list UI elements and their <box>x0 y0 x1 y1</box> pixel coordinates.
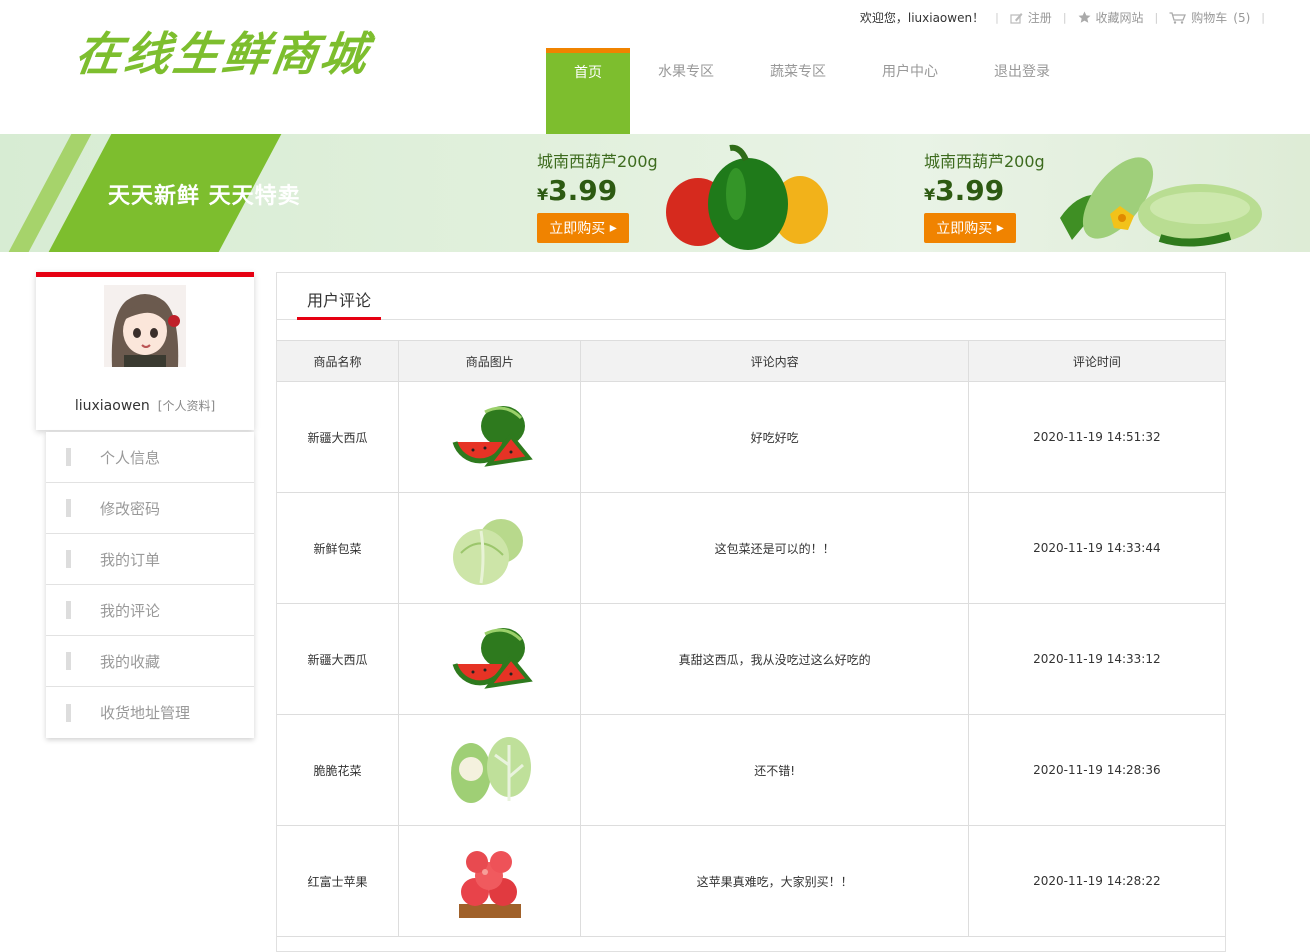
watermelon-image[interactable] <box>445 392 535 482</box>
promo-name: 城南西葫芦200g <box>537 152 658 171</box>
menu-item-personal-info[interactable]: 个人信息 <box>46 432 254 483</box>
profile-link[interactable]: [个人资料] <box>158 399 215 413</box>
register-label: 注册 <box>1027 11 1052 25</box>
menu-marker <box>66 601 71 619</box>
divider: | <box>1062 11 1067 24</box>
menu-marker <box>66 550 71 568</box>
zucchini-image <box>1060 157 1262 247</box>
promo-price: ¥3.99 <box>924 174 1005 207</box>
column-header: 商品名称 <box>277 340 399 382</box>
product-image-cell <box>397 603 582 715</box>
table-row: 新鲜包菜 这包菜还是可以的！！ 2020-11-19 14:33:44 <box>277 492 1225 604</box>
banner-slogan: 天天新鲜 天天特卖 <box>108 184 301 209</box>
menu-item-my-favorites[interactable]: 我的收藏 <box>46 636 254 687</box>
table-row: 红富士苹果 这苹果真难吃，大家别买！！ 2020-11-19 14:28:22 <box>277 825 1225 937</box>
product-name[interactable]: 红富士苹果 <box>277 825 399 937</box>
menu-item-change-password[interactable]: 修改密码 <box>46 483 254 534</box>
nav-user-center[interactable]: 用户中心 <box>854 48 966 134</box>
cart-count: (5) <box>1233 10 1251 25</box>
username-row: liuxiaowen [个人资料] <box>36 397 254 414</box>
product-image-cell <box>397 714 582 826</box>
favorite-site-link[interactable]: 收藏网站 <box>1078 9 1144 26</box>
table-row: 脆脆花菜 还不错! 2020-11-19 14:28:36 <box>277 714 1225 826</box>
bell-pepper-image <box>666 144 828 250</box>
buy-now-button[interactable]: 立即购买 ▸ <box>924 213 1016 243</box>
divider: | <box>1154 11 1159 24</box>
nav-fruit[interactable]: 水果专区 <box>630 48 742 134</box>
promo-item: 城南西葫芦200g ¥3.99 立即购买 ▸ <box>537 148 658 243</box>
comment-content: 还不错! <box>580 714 969 826</box>
cabbage-image[interactable] <box>445 503 535 593</box>
cart-link[interactable]: 购物车 (5) <box>1169 9 1250 26</box>
menu-marker <box>66 703 71 722</box>
comment-content: 这包菜还是可以的！！ <box>580 492 969 604</box>
username: liuxiaowen <box>74 398 150 414</box>
comment-time: 2020-11-19 14:28:36 <box>967 714 1225 826</box>
promo-name: 城南西葫芦200g <box>924 152 1045 171</box>
pencil-icon <box>1010 12 1023 24</box>
comment-time: 2020-11-19 14:28:22 <box>967 825 1225 937</box>
buy-now-button[interactable]: 立即购买 ▸ <box>537 213 629 243</box>
nav-logout[interactable]: 退出登录 <box>966 48 1078 134</box>
star-icon <box>1078 11 1091 23</box>
cart-icon <box>1169 11 1187 24</box>
divider: | <box>995 11 999 24</box>
menu-item-my-orders[interactable]: 我的订单 <box>46 534 254 585</box>
product-name[interactable]: 脆脆花菜 <box>277 714 399 826</box>
top-bar: 欢迎您，liuxiaowen！ | 注册 | 收藏网站 | 购物车 (5) | <box>860 9 1276 26</box>
column-header: 评论内容 <box>580 340 969 382</box>
header: 在线生鲜商城 欢迎您，liuxiaowen！ | 注册 | 收藏网站 | 购物车… <box>0 0 1310 134</box>
column-header: 商品图片 <box>398 340 582 382</box>
comment-time: 2020-11-19 14:33:12 <box>967 603 1225 715</box>
table-row: 新疆大西瓜 真甜这西瓜，我从没吃过这么好吃的 2020-11-19 14:33:… <box>277 603 1225 715</box>
comment-time: 2020-11-19 14:51:32 <box>967 381 1225 493</box>
register-link[interactable]: 注册 <box>1010 9 1052 26</box>
tab-user-comments[interactable]: 用户评论 <box>297 273 381 320</box>
promo-banner[interactable]: 天天新鲜 天天特卖 城南西葫芦200g ¥3.99 立即购买 ▸ 城南西葫芦20… <box>0 134 1310 252</box>
table-row: 新疆大西瓜 好吃好吃 2020-11-19 14:51:32 <box>277 381 1225 493</box>
nav-home[interactable]: 首页 <box>546 48 630 134</box>
favorite-site-label: 收藏网站 <box>1095 11 1144 25</box>
watermelon-image[interactable] <box>445 614 535 704</box>
divider: | <box>1261 11 1265 24</box>
product-image-cell <box>397 492 582 604</box>
menu-marker <box>66 652 71 670</box>
cauliflower-image[interactable] <box>445 725 535 815</box>
cart-label: 购物车 <box>1191 11 1228 25</box>
apple-image[interactable] <box>445 836 535 926</box>
comment-content: 真甜这西瓜，我从没吃过这么好吃的 <box>580 603 969 715</box>
column-header: 评论时间 <box>968 340 1225 382</box>
product-image-cell <box>397 825 582 937</box>
promo-price: ¥3.99 <box>537 174 618 207</box>
nav-vegetable[interactable]: 蔬菜专区 <box>742 48 854 134</box>
menu-item-my-comments[interactable]: 我的评论 <box>46 585 254 636</box>
product-image-cell <box>397 381 582 493</box>
comment-time: 2020-11-19 14:33:44 <box>967 492 1225 604</box>
product-name[interactable]: 新疆大西瓜 <box>277 603 399 715</box>
comment-content: 好吃好吃 <box>580 381 969 493</box>
tab-bar: 用户评论 <box>277 273 1225 320</box>
menu-marker <box>66 448 71 466</box>
comments-table: 商品名称 商品图片 评论内容 评论时间 新疆大西瓜 好吃好吃 2020-11-1… <box>277 340 1225 937</box>
profile-card: liuxiaowen [个人资料] <box>36 272 254 430</box>
table-header-row: 商品名称 商品图片 评论内容 评论时间 <box>277 340 1225 382</box>
menu-item-address-management[interactable]: 收货地址管理 <box>46 687 254 738</box>
comment-content: 这苹果真难吃，大家别买！！ <box>580 825 969 937</box>
product-name[interactable]: 新鲜包菜 <box>277 492 399 604</box>
comments-panel: 用户评论 商品名称 商品图片 评论内容 评论时间 新疆大西瓜 好吃好吃 2020… <box>276 272 1226 952</box>
user-menu: 个人信息 修改密码 我的订单 我的评论 我的收藏 收货地址管理 <box>46 432 254 738</box>
promo-item: 城南西葫芦200g ¥3.99 立即购买 ▸ <box>924 148 1045 243</box>
main-nav: 首页 水果专区 蔬菜专区 用户中心 退出登录 <box>546 48 1078 134</box>
avatar[interactable] <box>104 285 186 367</box>
welcome-text: 欢迎您，liuxiaowen！ <box>859 11 985 25</box>
menu-marker <box>66 499 71 517</box>
product-name[interactable]: 新疆大西瓜 <box>277 381 399 493</box>
site-logo[interactable]: 在线生鲜商城 <box>71 18 374 84</box>
